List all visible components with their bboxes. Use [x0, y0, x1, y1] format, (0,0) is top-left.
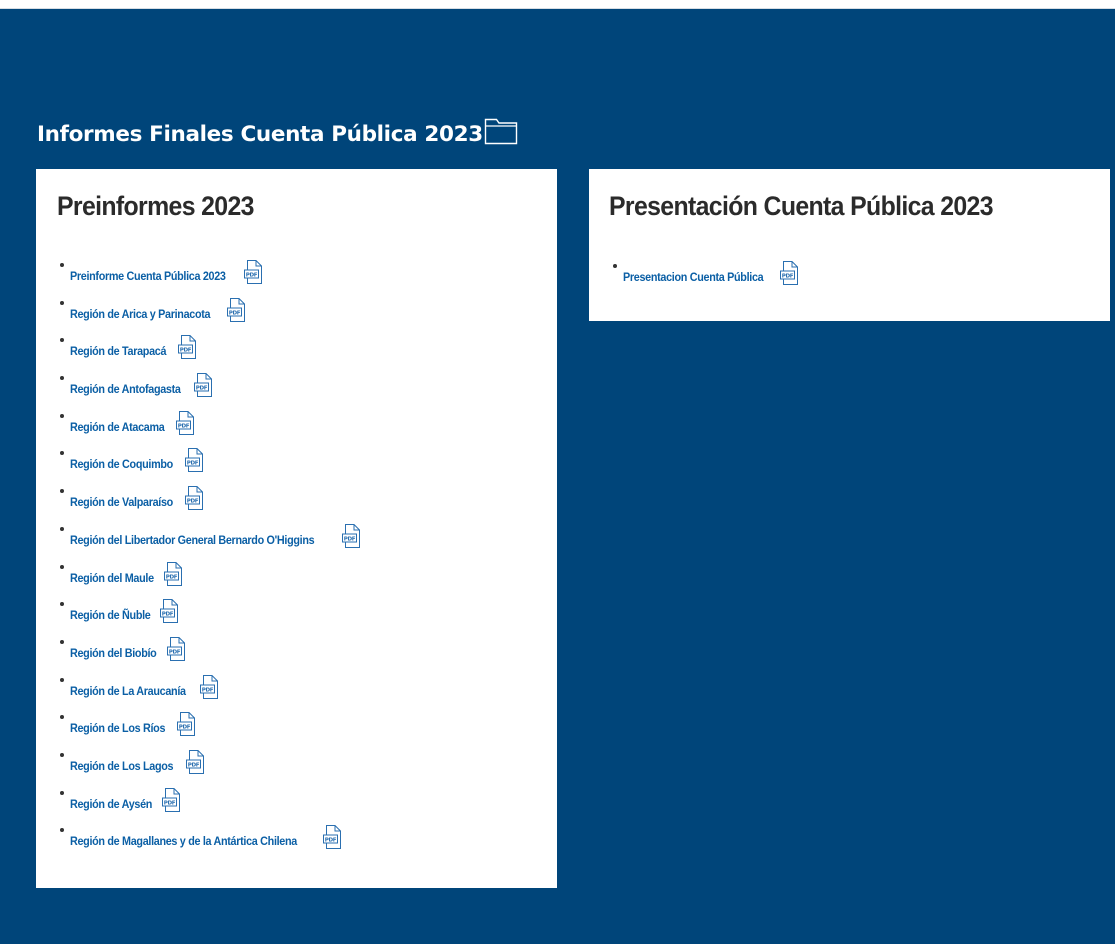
preinformes-heading: Preinformes 2023	[57, 191, 254, 221]
section-title: Informes Finales Cuenta Pública 2023	[37, 111, 518, 151]
svg-text:PDF: PDF	[344, 536, 356, 542]
top-divider	[0, 0, 1115, 9]
link-label: Región de Atacama	[70, 419, 165, 434]
bullet-icon	[60, 338, 64, 343]
bullet-icon	[60, 639, 64, 644]
bullet-icon	[60, 300, 64, 305]
link-label: Región de Los Lagos	[70, 758, 174, 773]
link-region-de-magallanes-y-de-la-antartica-chilena[interactable]: Región de Magallanes y de la Antártica C…	[70, 822, 343, 850]
svg-text:PDF: PDF	[246, 272, 258, 278]
link-region-de-tarapaca[interactable]: Región de Tarapacá PDF	[70, 332, 198, 360]
svg-text:PDF: PDF	[169, 649, 181, 655]
svg-text:PDF: PDF	[166, 574, 178, 580]
link-label: Región de Arica y Parinacota	[70, 306, 211, 321]
bullet-icon	[613, 264, 617, 268]
svg-text:PDF: PDF	[196, 385, 208, 391]
link-region-de-atacama[interactable]: Región de Atacama PDF	[70, 408, 196, 436]
link-label: Región de Antofagasta	[70, 382, 181, 397]
link-region-del-biobio[interactable]: Región del Biobío PDF	[70, 634, 187, 662]
link-label: Región de Valparaíso	[70, 495, 173, 510]
link-region-de-nuble[interactable]: Región de Ñuble PDF	[70, 596, 180, 624]
link-region-de-valparaiso[interactable]: Región de Valparaíso PDF	[70, 483, 205, 511]
link-region-de-los-rios[interactable]: Región de Los Ríos PDF	[70, 709, 197, 737]
link-region-de-antofagasta[interactable]: Región de Antofagasta PDF	[70, 370, 214, 398]
pdf-icon[interactable]: PDF	[176, 711, 197, 737]
bullet-icon	[60, 715, 64, 720]
link-preinforme-cuenta-publica-2023[interactable]: Preinforme Cuenta Pública 2023 PDF	[70, 257, 264, 285]
link-region-de-la-araucania[interactable]: Región de La Araucanía PDF	[70, 672, 220, 700]
pdf-icon[interactable]: PDF	[226, 297, 247, 323]
pdf-icon[interactable]: PDF	[779, 260, 800, 286]
pdf-icon[interactable]: PDF	[184, 447, 205, 473]
link-label: Región de Magallanes y de la Antártica C…	[70, 834, 297, 849]
svg-text:PDF: PDF	[187, 498, 199, 504]
link-label: Presentacion Cuenta Pública	[623, 270, 764, 284]
svg-text:PDF: PDF	[178, 423, 190, 429]
page-background: Informes Finales Cuenta Pública 2023 Pre…	[0, 0, 1115, 944]
bullet-icon	[60, 451, 64, 456]
bullet-icon	[60, 526, 64, 531]
svg-text:PDF: PDF	[782, 273, 794, 279]
bullet-icon	[60, 677, 64, 682]
pdf-icon[interactable]: PDF	[193, 372, 214, 398]
presentacion-panel: Presentación Cuenta Pública 2023 Present…	[589, 169, 1110, 321]
link-label: Región del Maule	[70, 570, 154, 585]
link-label: Región de La Araucanía	[70, 683, 186, 698]
bullet-icon	[60, 263, 64, 267]
bullet-icon	[60, 602, 64, 607]
link-region-del-libertador-general-bernardo-o-higgins[interactable]: Región del Libertador General Bernardo O…	[70, 521, 362, 549]
bullet-icon	[60, 790, 64, 795]
link-label: Región de Tarapacá	[70, 344, 167, 359]
link-label: Región de Los Ríos	[70, 721, 166, 736]
link-region-del-maule[interactable]: Región del Maule PDF	[70, 559, 184, 587]
pdf-icon[interactable]: PDF	[322, 824, 343, 850]
pdf-icon[interactable]: PDF	[161, 787, 182, 813]
link-label: Preinforme Cuenta Pública 2023	[70, 269, 226, 283]
svg-text:PDF: PDF	[201, 687, 213, 693]
link-region-de-los-lagos[interactable]: Región de Los Lagos PDF	[70, 747, 206, 775]
bullet-icon	[60, 752, 64, 757]
pdf-icon[interactable]: PDF	[199, 674, 220, 700]
pdf-icon[interactable]: PDF	[175, 410, 196, 436]
bullet-icon	[60, 376, 64, 381]
folder-icon	[484, 115, 518, 145]
svg-text:PDF: PDF	[178, 725, 190, 731]
link-region-de-arica-y-parinacota[interactable]: Región de Arica y Parinacota PDF	[70, 295, 247, 323]
pdf-icon[interactable]: PDF	[341, 523, 362, 549]
preinformes-panel: Preinformes 2023 Preinforme Cuenta Públi…	[36, 169, 557, 888]
svg-text:PDF: PDF	[229, 310, 241, 316]
pdf-icon[interactable]: PDF	[177, 334, 198, 360]
pdf-icon[interactable]: PDF	[159, 598, 180, 624]
bullet-icon	[60, 828, 64, 833]
pdf-icon[interactable]: PDF	[166, 636, 187, 662]
link-label: Región de Coquimbo	[70, 457, 173, 472]
bullet-icon	[60, 489, 64, 494]
svg-text:PDF: PDF	[187, 461, 199, 467]
svg-text:PDF: PDF	[162, 611, 174, 617]
link-label: Región del Libertador General Bernardo O…	[70, 532, 315, 547]
link-presentacion-cuenta-publica[interactable]: Presentacion Cuenta Pública PDF	[623, 258, 800, 286]
bullet-icon	[60, 413, 64, 418]
pdf-icon[interactable]: PDF	[184, 485, 205, 511]
svg-text:PDF: PDF	[180, 348, 192, 354]
link-label: Región de Aysén	[70, 796, 153, 811]
svg-text:PDF: PDF	[187, 762, 199, 768]
link-region-de-coquimbo[interactable]: Región de Coquimbo PDF	[70, 445, 205, 473]
pdf-icon[interactable]: PDF	[163, 561, 184, 587]
link-label: Región del Biobío	[70, 645, 157, 660]
link-region-de-aysen[interactable]: Región de Aysén PDF	[70, 785, 182, 813]
bullet-icon	[60, 564, 64, 569]
pdf-icon[interactable]: PDF	[185, 749, 206, 775]
pdf-icon[interactable]: PDF	[243, 259, 264, 285]
presentacion-heading: Presentación Cuenta Pública 2023	[609, 191, 994, 221]
section-title-text: Informes Finales Cuenta Pública 2023	[37, 122, 483, 147]
link-label: Región de Ñuble	[70, 608, 151, 623]
svg-text:PDF: PDF	[325, 838, 337, 844]
svg-text:PDF: PDF	[164, 800, 176, 806]
